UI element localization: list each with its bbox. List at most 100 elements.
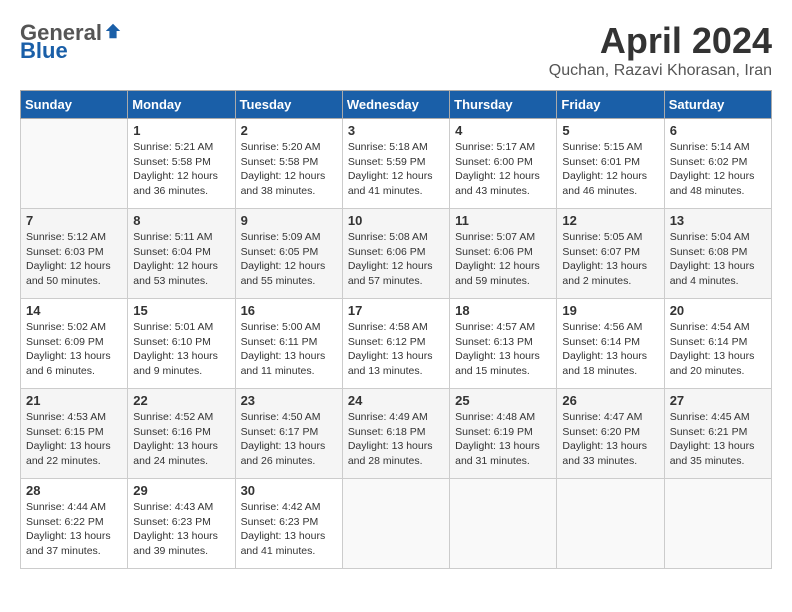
day-info: Sunrise: 5:14 AM Sunset: 6:02 PM Dayligh… xyxy=(670,140,766,199)
day-info: Sunrise: 5:07 AM Sunset: 6:06 PM Dayligh… xyxy=(455,230,551,289)
calendar-cell: 21 Sunrise: 4:53 AM Sunset: 6:15 PM Dayli… xyxy=(21,389,128,479)
day-number: 7 xyxy=(26,213,122,228)
calendar-cell xyxy=(557,479,664,569)
day-number: 15 xyxy=(133,303,229,318)
day-number: 2 xyxy=(241,123,337,138)
calendar-cell: 11 Sunrise: 5:07 AM Sunset: 6:06 PM Dayli… xyxy=(450,209,557,299)
day-info: Sunrise: 5:04 AM Sunset: 6:08 PM Dayligh… xyxy=(670,230,766,289)
calendar-cell: 1 Sunrise: 5:21 AM Sunset: 5:58 PM Daylig… xyxy=(128,119,235,209)
day-info: Sunrise: 4:54 AM Sunset: 6:14 PM Dayligh… xyxy=(670,320,766,379)
calendar-cell: 25 Sunrise: 4:48 AM Sunset: 6:19 PM Dayli… xyxy=(450,389,557,479)
day-number: 24 xyxy=(348,393,444,408)
calendar-cell: 26 Sunrise: 4:47 AM Sunset: 6:20 PM Dayli… xyxy=(557,389,664,479)
day-info: Sunrise: 5:09 AM Sunset: 6:05 PM Dayligh… xyxy=(241,230,337,289)
day-info: Sunrise: 5:17 AM Sunset: 6:00 PM Dayligh… xyxy=(455,140,551,199)
calendar-week-row: 7 Sunrise: 5:12 AM Sunset: 6:03 PM Daylig… xyxy=(21,209,772,299)
day-number: 19 xyxy=(562,303,658,318)
month-year-title: April 2024 xyxy=(549,20,772,62)
calendar-cell xyxy=(450,479,557,569)
day-of-week-header: Tuesday xyxy=(235,91,342,119)
page-header: General Blue April 2024 Quchan, Razavi K… xyxy=(20,20,772,80)
calendar-cell: 17 Sunrise: 4:58 AM Sunset: 6:12 PM Dayli… xyxy=(342,299,449,389)
day-number: 30 xyxy=(241,483,337,498)
day-number: 5 xyxy=(562,123,658,138)
calendar-cell: 27 Sunrise: 4:45 AM Sunset: 6:21 PM Dayli… xyxy=(664,389,771,479)
day-info: Sunrise: 4:49 AM Sunset: 6:18 PM Dayligh… xyxy=(348,410,444,469)
day-info: Sunrise: 5:01 AM Sunset: 6:10 PM Dayligh… xyxy=(133,320,229,379)
calendar-cell: 8 Sunrise: 5:11 AM Sunset: 6:04 PM Daylig… xyxy=(128,209,235,299)
calendar-cell: 22Sunrise: 4:52 AM Sunset: 6:16 PM Dayli… xyxy=(128,389,235,479)
title-area: April 2024 Quchan, Razavi Khorasan, Iran xyxy=(549,20,772,80)
day-number: 1 xyxy=(133,123,229,138)
calendar-cell: 15 Sunrise: 5:01 AM Sunset: 6:10 PM Dayli… xyxy=(128,299,235,389)
day-number: 18 xyxy=(455,303,551,318)
calendar-cell: 18 Sunrise: 4:57 AM Sunset: 6:13 PM Dayli… xyxy=(450,299,557,389)
calendar-week-row: 21 Sunrise: 4:53 AM Sunset: 6:15 PM Dayli… xyxy=(21,389,772,479)
day-info: Sunrise: 4:52 AM Sunset: 6:16 PM Dayligh… xyxy=(133,410,229,469)
day-of-week-header: Sunday xyxy=(21,91,128,119)
day-of-week-header: Saturday xyxy=(664,91,771,119)
day-info: Sunrise: 4:48 AM Sunset: 6:19 PM Dayligh… xyxy=(455,410,551,469)
calendar-week-row: 1 Sunrise: 5:21 AM Sunset: 5:58 PM Daylig… xyxy=(21,119,772,209)
day-of-week-header: Wednesday xyxy=(342,91,449,119)
calendar-cell: 9 Sunrise: 5:09 AM Sunset: 6:05 PM Daylig… xyxy=(235,209,342,299)
day-number: 21 xyxy=(26,393,122,408)
calendar-cell xyxy=(342,479,449,569)
day-number: 26 xyxy=(562,393,658,408)
day-info: Sunrise: 4:42 AM Sunset: 6:23 PM Dayligh… xyxy=(241,500,337,559)
day-info: Sunrise: 5:05 AM Sunset: 6:07 PM Dayligh… xyxy=(562,230,658,289)
day-info: Sunrise: 4:44 AM Sunset: 6:22 PM Dayligh… xyxy=(26,500,122,559)
calendar-cell: 7 Sunrise: 5:12 AM Sunset: 6:03 PM Daylig… xyxy=(21,209,128,299)
calendar-cell: 24 Sunrise: 4:49 AM Sunset: 6:18 PM Dayli… xyxy=(342,389,449,479)
calendar-cell: 10Sunrise: 5:08 AM Sunset: 6:06 PM Dayli… xyxy=(342,209,449,299)
calendar-cell: 13 Sunrise: 5:04 AM Sunset: 6:08 PM Dayli… xyxy=(664,209,771,299)
day-number: 16 xyxy=(241,303,337,318)
day-of-week-header: Monday xyxy=(128,91,235,119)
calendar-cell: 28 Sunrise: 4:44 AM Sunset: 6:22 PM Dayli… xyxy=(21,479,128,569)
day-number: 29 xyxy=(133,483,229,498)
day-number: 9 xyxy=(241,213,337,228)
calendar-cell: 20Sunrise: 4:54 AM Sunset: 6:14 PM Dayli… xyxy=(664,299,771,389)
day-info: Sunrise: 5:18 AM Sunset: 5:59 PM Dayligh… xyxy=(348,140,444,199)
day-number: 12 xyxy=(562,213,658,228)
calendar-cell: 5 Sunrise: 5:15 AM Sunset: 6:01 PM Daylig… xyxy=(557,119,664,209)
day-info: Sunrise: 4:57 AM Sunset: 6:13 PM Dayligh… xyxy=(455,320,551,379)
day-number: 8 xyxy=(133,213,229,228)
calendar-header-row: SundayMondayTuesdayWednesdayThursdayFrid… xyxy=(21,91,772,119)
logo-blue-text: Blue xyxy=(20,38,68,64)
calendar-cell: 30 Sunrise: 4:42 AM Sunset: 6:23 PM Dayli… xyxy=(235,479,342,569)
calendar-cell xyxy=(664,479,771,569)
day-number: 23 xyxy=(241,393,337,408)
calendar-cell: 2 Sunrise: 5:20 AM Sunset: 5:58 PM Daylig… xyxy=(235,119,342,209)
day-number: 11 xyxy=(455,213,551,228)
day-info: Sunrise: 5:20 AM Sunset: 5:58 PM Dayligh… xyxy=(241,140,337,199)
calendar-week-row: 28 Sunrise: 4:44 AM Sunset: 6:22 PM Dayli… xyxy=(21,479,772,569)
day-info: Sunrise: 5:21 AM Sunset: 5:58 PM Dayligh… xyxy=(133,140,229,199)
day-info: Sunrise: 5:15 AM Sunset: 6:01 PM Dayligh… xyxy=(562,140,658,199)
day-number: 4 xyxy=(455,123,551,138)
day-info: Sunrise: 5:02 AM Sunset: 6:09 PM Dayligh… xyxy=(26,320,122,379)
day-number: 3 xyxy=(348,123,444,138)
day-info: Sunrise: 4:45 AM Sunset: 6:21 PM Dayligh… xyxy=(670,410,766,469)
day-info: Sunrise: 4:47 AM Sunset: 6:20 PM Dayligh… xyxy=(562,410,658,469)
day-number: 25 xyxy=(455,393,551,408)
calendar-cell xyxy=(21,119,128,209)
calendar-week-row: 14 Sunrise: 5:02 AM Sunset: 6:09 PM Dayli… xyxy=(21,299,772,389)
day-number: 14 xyxy=(26,303,122,318)
day-number: 27 xyxy=(670,393,766,408)
calendar-cell: 19Sunrise: 4:56 AM Sunset: 6:14 PM Dayli… xyxy=(557,299,664,389)
day-number: 28 xyxy=(26,483,122,498)
calendar-cell: 6Sunrise: 5:14 AM Sunset: 6:02 PM Daylig… xyxy=(664,119,771,209)
day-of-week-header: Thursday xyxy=(450,91,557,119)
calendar-cell: 16Sunrise: 5:00 AM Sunset: 6:11 PM Dayli… xyxy=(235,299,342,389)
day-info: Sunrise: 4:58 AM Sunset: 6:12 PM Dayligh… xyxy=(348,320,444,379)
day-number: 17 xyxy=(348,303,444,318)
day-info: Sunrise: 5:08 AM Sunset: 6:06 PM Dayligh… xyxy=(348,230,444,289)
day-info: Sunrise: 5:12 AM Sunset: 6:03 PM Dayligh… xyxy=(26,230,122,289)
day-info: Sunrise: 4:53 AM Sunset: 6:15 PM Dayligh… xyxy=(26,410,122,469)
day-number: 13 xyxy=(670,213,766,228)
calendar-cell: 4 Sunrise: 5:17 AM Sunset: 6:00 PM Daylig… xyxy=(450,119,557,209)
day-info: Sunrise: 4:43 AM Sunset: 6:23 PM Dayligh… xyxy=(133,500,229,559)
logo: General Blue xyxy=(20,20,122,64)
day-info: Sunrise: 5:11 AM Sunset: 6:04 PM Dayligh… xyxy=(133,230,229,289)
